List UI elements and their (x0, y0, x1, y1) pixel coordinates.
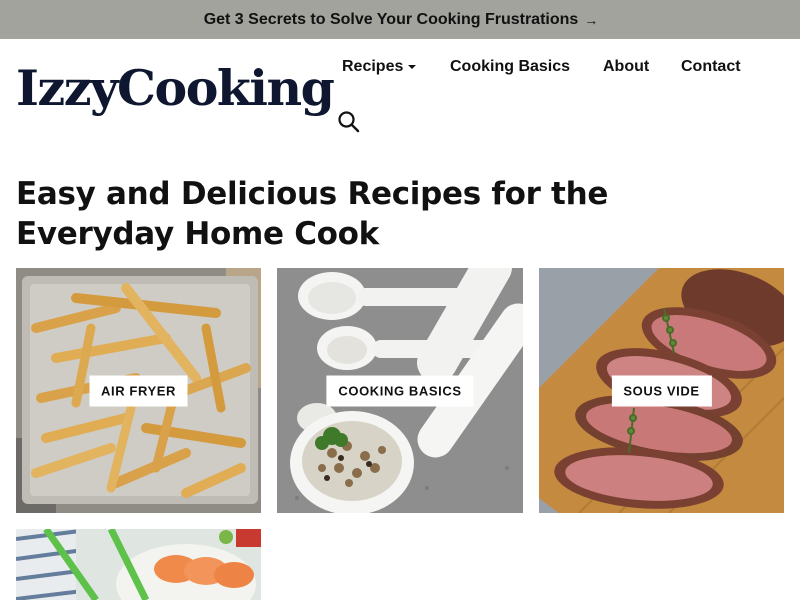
site-logo[interactable]: IzzyCooking (16, 64, 335, 113)
chevron-down-icon (408, 65, 417, 69)
category-label: SOUS VIDE (611, 375, 712, 406)
nav-item-cooking-basics[interactable]: Cooking Basics (450, 58, 570, 76)
category-card-sous-vide[interactable]: SOUS VIDE (539, 268, 784, 513)
category-label: AIR FRYER (89, 375, 188, 406)
search-button[interactable] (337, 110, 361, 134)
search-icon (338, 111, 360, 133)
nav-item-label: Recipes (342, 58, 404, 75)
promo-banner[interactable]: Get 3 Secrets to Solve Your Cooking Frus… (0, 0, 800, 39)
nav-item-recipes[interactable]: Recipes (342, 58, 417, 76)
category-card-sushi[interactable] (16, 529, 261, 600)
nav-item-contact[interactable]: Contact (681, 58, 741, 76)
nav-item-about[interactable]: About (603, 58, 649, 76)
page-headline: Easy and Delicious Recipes for the Every… (16, 176, 609, 252)
category-card-cooking-basics[interactable]: COOKING BASICS (277, 268, 523, 513)
category-label: COOKING BASICS (326, 375, 474, 406)
sushi-image (16, 529, 261, 600)
arrow-right-icon: → (584, 11, 598, 28)
category-card-air-fryer[interactable]: AIR FRYER (16, 268, 261, 513)
promo-text: Get 3 Secrets to Solve Your Cooking Frus… (203, 10, 579, 28)
